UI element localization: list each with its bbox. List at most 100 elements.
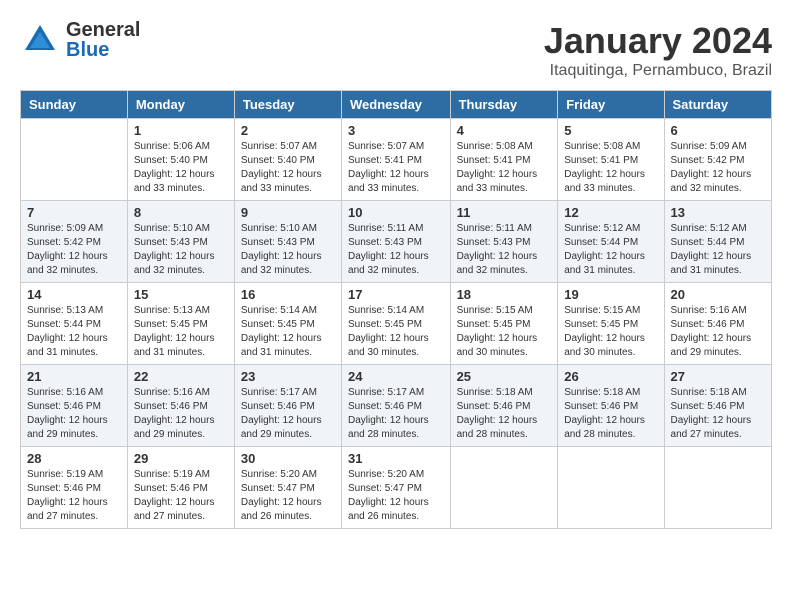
day-number: 30 <box>241 451 335 466</box>
calendar-cell: 20Sunrise: 5:16 AMSunset: 5:46 PMDayligh… <box>664 283 771 365</box>
page-header: General Blue January 2024 Itaquitinga, P… <box>20 20 772 80</box>
day-info: Sunrise: 5:18 AMSunset: 5:46 PMDaylight:… <box>564 386 657 442</box>
day-info: Sunrise: 5:07 AMSunset: 5:40 PMDaylight:… <box>241 140 335 196</box>
day-number: 28 <box>27 451 121 466</box>
calendar-cell: 24Sunrise: 5:17 AMSunset: 5:46 PMDayligh… <box>342 365 451 447</box>
day-info: Sunrise: 5:12 AMSunset: 5:44 PMDaylight:… <box>564 222 657 278</box>
calendar-header-tuesday: Tuesday <box>234 91 341 119</box>
day-number: 24 <box>348 369 444 384</box>
calendar-table: SundayMondayTuesdayWednesdayThursdayFrid… <box>20 90 772 529</box>
day-number: 2 <box>241 123 335 138</box>
calendar-week-row: 1 Sunrise: 5:06 AMSunset: 5:40 PMDaylight… <box>21 119 772 201</box>
day-number: 14 <box>27 287 121 302</box>
day-number: 9 <box>241 205 335 220</box>
day-number: 8 <box>134 205 228 220</box>
day-info: Sunrise: 5:10 AMSunset: 5:43 PMDaylight:… <box>134 222 228 278</box>
calendar-cell: 7Sunrise: 5:09 AMSunset: 5:42 PMDaylight… <box>21 201 128 283</box>
day-info: Sunrise: 5:12 AMSunset: 5:44 PMDaylight:… <box>671 222 765 278</box>
day-info: Sunrise: 5:08 AMSunset: 5:41 PMDaylight:… <box>564 140 657 196</box>
day-number: 12 <box>564 205 657 220</box>
calendar-cell: 3 Sunrise: 5:07 AMSunset: 5:41 PMDaylight… <box>342 119 451 201</box>
calendar-cell: 31 Sunrise: 5:20 AMSunset: 5:47 PMDayligh… <box>342 447 451 529</box>
calendar-cell: 19 Sunrise: 5:15 AMSunset: 5:45 PMDayligh… <box>558 283 664 365</box>
day-number: 18 <box>457 287 552 302</box>
day-info: Sunrise: 5:20 AMSunset: 5:47 PMDaylight:… <box>348 468 444 524</box>
calendar-header-wednesday: Wednesday <box>342 91 451 119</box>
calendar-cell: 26 Sunrise: 5:18 AMSunset: 5:46 PMDayligh… <box>558 365 664 447</box>
day-info: Sunrise: 5:19 AMSunset: 5:46 PMDaylight:… <box>27 468 121 524</box>
day-info: Sunrise: 5:14 AMSunset: 5:45 PMDaylight:… <box>348 304 444 360</box>
calendar-cell: 10Sunrise: 5:11 AMSunset: 5:43 PMDayligh… <box>342 201 451 283</box>
logo-blue: Blue <box>66 40 140 60</box>
logo-icon <box>20 20 60 60</box>
calendar-week-row: 21 Sunrise: 5:16 AMSunset: 5:46 PMDayligh… <box>21 365 772 447</box>
day-info: Sunrise: 5:11 AMSunset: 5:43 PMDaylight:… <box>348 222 444 278</box>
day-number: 19 <box>564 287 657 302</box>
calendar-cell <box>450 447 558 529</box>
day-info: Sunrise: 5:09 AMSunset: 5:42 PMDaylight:… <box>671 140 765 196</box>
day-info: Sunrise: 5:15 AMSunset: 5:45 PMDaylight:… <box>564 304 657 360</box>
calendar-cell: 30 Sunrise: 5:20 AMSunset: 5:47 PMDayligh… <box>234 447 341 529</box>
day-info: Sunrise: 5:07 AMSunset: 5:41 PMDaylight:… <box>348 140 444 196</box>
day-info: Sunrise: 5:15 AMSunset: 5:45 PMDaylight:… <box>457 304 552 360</box>
day-number: 1 <box>134 123 228 138</box>
calendar-cell: 8 Sunrise: 5:10 AMSunset: 5:43 PMDaylight… <box>127 201 234 283</box>
calendar-cell: 25 Sunrise: 5:18 AMSunset: 5:46 PMDayligh… <box>450 365 558 447</box>
day-number: 11 <box>457 205 552 220</box>
day-info: Sunrise: 5:20 AMSunset: 5:47 PMDaylight:… <box>241 468 335 524</box>
day-number: 27 <box>671 369 765 384</box>
calendar-cell: 4Sunrise: 5:08 AMSunset: 5:41 PMDaylight… <box>450 119 558 201</box>
day-info: Sunrise: 5:16 AMSunset: 5:46 PMDaylight:… <box>27 386 121 442</box>
day-info: Sunrise: 5:10 AMSunset: 5:43 PMDaylight:… <box>241 222 335 278</box>
calendar-header-sunday: Sunday <box>21 91 128 119</box>
calendar-week-row: 7Sunrise: 5:09 AMSunset: 5:42 PMDaylight… <box>21 201 772 283</box>
calendar-cell: 13 Sunrise: 5:12 AMSunset: 5:44 PMDayligh… <box>664 201 771 283</box>
day-number: 23 <box>241 369 335 384</box>
day-number: 17 <box>348 287 444 302</box>
day-info: Sunrise: 5:08 AMSunset: 5:41 PMDaylight:… <box>457 140 552 196</box>
day-number: 3 <box>348 123 444 138</box>
day-number: 25 <box>457 369 552 384</box>
calendar-cell: 23 Sunrise: 5:17 AMSunset: 5:46 PMDayligh… <box>234 365 341 447</box>
day-info: Sunrise: 5:18 AMSunset: 5:46 PMDaylight:… <box>457 386 552 442</box>
day-number: 26 <box>564 369 657 384</box>
calendar-cell: 22 Sunrise: 5:16 AMSunset: 5:46 PMDayligh… <box>127 365 234 447</box>
calendar-cell: 9 Sunrise: 5:10 AMSunset: 5:43 PMDaylight… <box>234 201 341 283</box>
calendar-cell: 12 Sunrise: 5:12 AMSunset: 5:44 PMDayligh… <box>558 201 664 283</box>
day-number: 16 <box>241 287 335 302</box>
calendar-cell: 11 Sunrise: 5:11 AMSunset: 5:43 PMDayligh… <box>450 201 558 283</box>
calendar-cell: 2 Sunrise: 5:07 AMSunset: 5:40 PMDaylight… <box>234 119 341 201</box>
day-info: Sunrise: 5:16 AMSunset: 5:46 PMDaylight:… <box>671 304 765 360</box>
day-number: 31 <box>348 451 444 466</box>
day-number: 15 <box>134 287 228 302</box>
day-number: 7 <box>27 205 121 220</box>
calendar-cell: 17 Sunrise: 5:14 AMSunset: 5:45 PMDayligh… <box>342 283 451 365</box>
calendar-body: 1 Sunrise: 5:06 AMSunset: 5:40 PMDaylight… <box>21 119 772 529</box>
day-info: Sunrise: 5:13 AMSunset: 5:44 PMDaylight:… <box>27 304 121 360</box>
calendar-header-friday: Friday <box>558 91 664 119</box>
day-info: Sunrise: 5:16 AMSunset: 5:46 PMDaylight:… <box>134 386 228 442</box>
day-number: 13 <box>671 205 765 220</box>
calendar-cell: 5 Sunrise: 5:08 AMSunset: 5:41 PMDaylight… <box>558 119 664 201</box>
calendar-cell: 28 Sunrise: 5:19 AMSunset: 5:46 PMDayligh… <box>21 447 128 529</box>
calendar-cell: 6 Sunrise: 5:09 AMSunset: 5:42 PMDaylight… <box>664 119 771 201</box>
day-info: Sunrise: 5:11 AMSunset: 5:43 PMDaylight:… <box>457 222 552 278</box>
day-number: 5 <box>564 123 657 138</box>
calendar-cell: 21 Sunrise: 5:16 AMSunset: 5:46 PMDayligh… <box>21 365 128 447</box>
location: Itaquitinga, Pernambuco, Brazil <box>544 62 772 80</box>
logo-general: General <box>66 20 140 40</box>
calendar-cell: 18 Sunrise: 5:15 AMSunset: 5:45 PMDayligh… <box>450 283 558 365</box>
day-info: Sunrise: 5:17 AMSunset: 5:46 PMDaylight:… <box>241 386 335 442</box>
day-number: 6 <box>671 123 765 138</box>
calendar-cell: 27Sunrise: 5:18 AMSunset: 5:46 PMDayligh… <box>664 365 771 447</box>
day-number: 22 <box>134 369 228 384</box>
logo: General Blue <box>20 20 140 60</box>
calendar-header-saturday: Saturday <box>664 91 771 119</box>
day-number: 21 <box>27 369 121 384</box>
day-info: Sunrise: 5:06 AMSunset: 5:40 PMDaylight:… <box>134 140 228 196</box>
day-info: Sunrise: 5:13 AMSunset: 5:45 PMDaylight:… <box>134 304 228 360</box>
title-section: January 2024 Itaquitinga, Pernambuco, Br… <box>544 20 772 80</box>
day-number: 29 <box>134 451 228 466</box>
calendar-header-thursday: Thursday <box>450 91 558 119</box>
calendar-cell: 15 Sunrise: 5:13 AMSunset: 5:45 PMDayligh… <box>127 283 234 365</box>
